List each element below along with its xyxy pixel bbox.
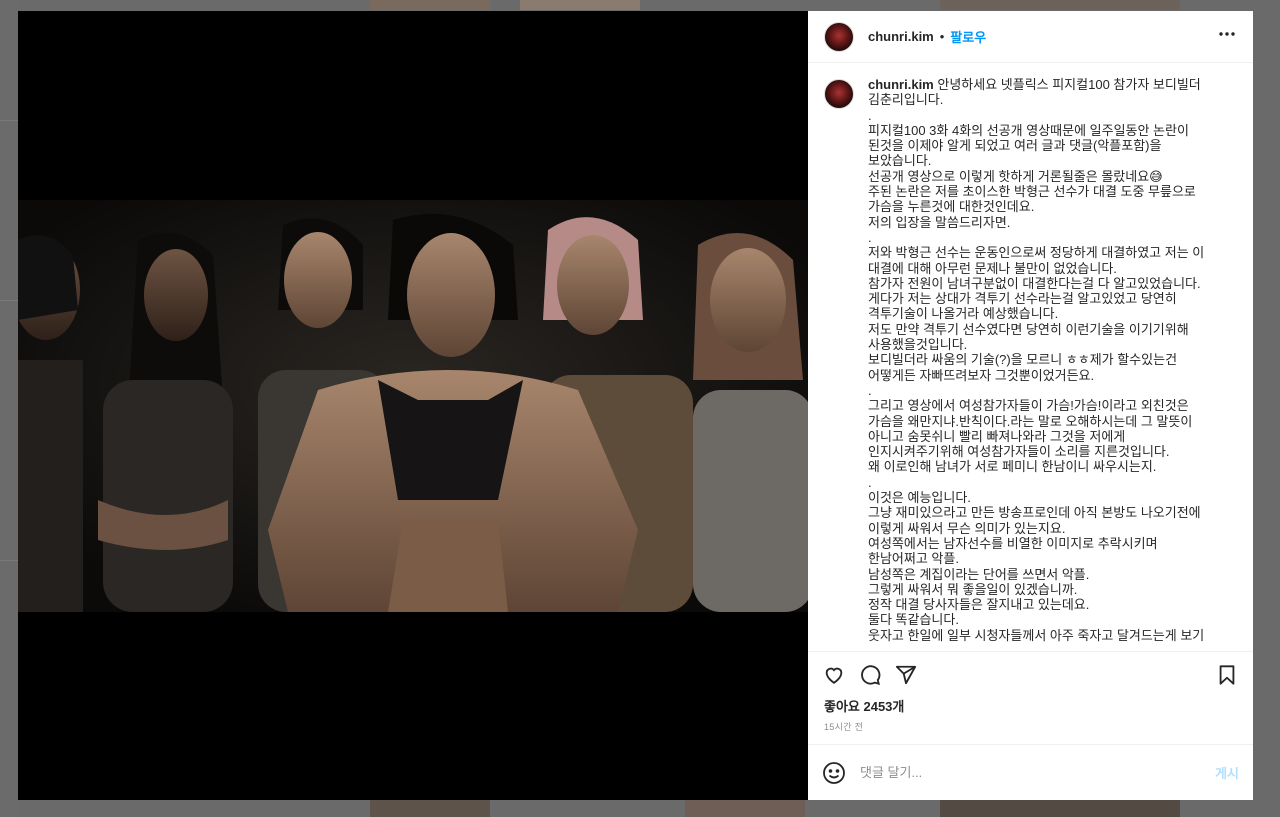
header-username[interactable]: chunri.kim bbox=[868, 29, 934, 44]
post-timestamp[interactable]: 15시간 전 bbox=[808, 720, 1253, 744]
comment-input[interactable] bbox=[858, 764, 1216, 781]
caption-avatar[interactable] bbox=[824, 79, 854, 109]
group-photo-image bbox=[18, 200, 808, 612]
share-icon[interactable] bbox=[894, 663, 918, 687]
caption-username[interactable]: chunri.kim bbox=[868, 77, 934, 92]
likes-count[interactable]: 좋아요 2453개 bbox=[808, 698, 1253, 720]
post-photo bbox=[18, 200, 808, 612]
post-comment-button[interactable]: 게시 bbox=[1215, 763, 1239, 782]
save-bookmark-icon[interactable] bbox=[1215, 663, 1239, 687]
comment-bar: 게시 bbox=[808, 744, 1253, 800]
post-header: chunri.kim • 팔로우 bbox=[808, 11, 1253, 63]
avatar[interactable] bbox=[824, 21, 854, 52]
background-post-thumbnail bbox=[940, 800, 1180, 817]
comment-icon[interactable] bbox=[858, 663, 882, 687]
background-post-thumbnail bbox=[685, 800, 805, 817]
background-post-thumbnail bbox=[520, 0, 640, 10]
caption-text: chunri.kim 안녕하세요 넷플릭스 피지컬100 참가자 보디빌더 김춘… bbox=[868, 77, 1218, 643]
header-separator: • bbox=[939, 29, 945, 44]
caption-body: 안녕하세요 넷플릭스 피지컬100 참가자 보디빌더 김춘리입니다. . 피지컬… bbox=[868, 77, 1205, 643]
more-options-icon[interactable] bbox=[1217, 24, 1237, 49]
follow-button[interactable]: 팔로우 bbox=[950, 27, 986, 46]
post-details-panel: chunri.kim • 팔로우 chunri.kim 안녕하세요 넷플릭스 피… bbox=[808, 11, 1253, 800]
smiley-icon[interactable] bbox=[822, 761, 846, 785]
like-icon[interactable] bbox=[822, 663, 846, 687]
background-post-thumbnail bbox=[370, 0, 490, 10]
post-modal: chunri.kim • 팔로우 chunri.kim 안녕하세요 넷플릭스 피… bbox=[18, 11, 1253, 800]
action-bar bbox=[808, 652, 1253, 698]
background-post-thumbnail bbox=[370, 800, 490, 817]
caption-scroll-area[interactable]: chunri.kim 안녕하세요 넷플릭스 피지컬100 참가자 보디빌더 김춘… bbox=[808, 63, 1253, 652]
background-sidebar bbox=[0, 0, 18, 817]
post-media[interactable] bbox=[18, 11, 808, 800]
background-post-thumbnail bbox=[940, 0, 1180, 10]
